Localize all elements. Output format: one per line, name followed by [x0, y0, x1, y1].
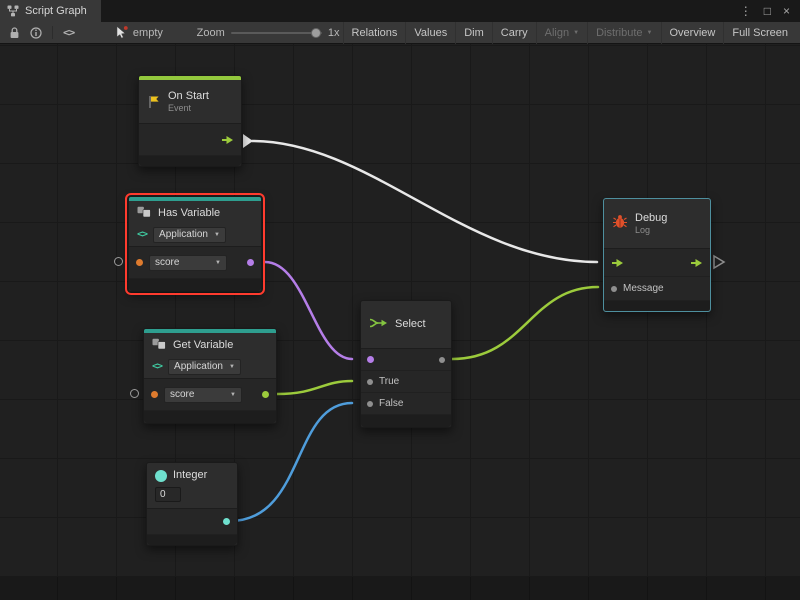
flow-input-port[interactable] — [611, 258, 624, 268]
false-input-port[interactable] — [367, 401, 373, 407]
hasvariable-unconnected-input-port[interactable] — [114, 257, 123, 266]
dim-button[interactable]: Dim — [455, 22, 492, 44]
wire-hasvariable-to-select[interactable] — [265, 262, 352, 359]
node-on-start[interactable]: On Start Event — [138, 75, 242, 167]
node-footer — [361, 415, 451, 427]
scope-value: Application — [174, 361, 223, 372]
node-footer — [139, 156, 241, 166]
code-icon: <> — [137, 229, 147, 240]
node-title: Get Variable — [173, 339, 233, 352]
script-graph-window: Script Graph ⋮ □ × <> — [0, 0, 800, 600]
maximize-icon[interactable]: □ — [758, 0, 777, 22]
chevron-down-icon: ▼ — [215, 260, 221, 266]
zoom-slider[interactable] — [231, 25, 322, 41]
flow-output-port[interactable] — [221, 135, 234, 145]
chevron-down-icon: ▼ — [573, 30, 579, 36]
node-debug-log[interactable]: Debug Log — [603, 198, 711, 312]
true-input-port[interactable] — [367, 379, 373, 385]
node-select[interactable]: Select True False — [360, 300, 452, 428]
true-label: True — [379, 376, 399, 387]
align-button[interactable]: Align ▼ — [536, 22, 587, 44]
code-icon[interactable]: <> — [58, 22, 79, 44]
integer-output-port[interactable] — [223, 518, 230, 525]
node-title: Integer — [173, 469, 207, 482]
node-title: On Start — [168, 90, 209, 103]
graph-icon — [7, 0, 19, 22]
align-button-label: Align — [545, 27, 569, 39]
chevron-down-icon: ▼ — [214, 232, 220, 238]
variable-icon — [137, 205, 152, 223]
variable-name-dropdown[interactable]: score ▼ — [149, 255, 227, 271]
scope-value: Application — [159, 229, 208, 240]
wire-getvariable-to-select-true[interactable] — [277, 381, 352, 394]
scope-dropdown[interactable]: Application ▼ — [153, 227, 226, 243]
variable-name-dropdown[interactable]: score ▼ — [164, 387, 242, 403]
zoom-slider-track[interactable] — [231, 32, 322, 34]
bug-icon — [612, 214, 628, 234]
node-subtitle: Event — [168, 103, 209, 114]
values-button[interactable]: Values — [405, 22, 455, 44]
select-icon — [369, 316, 388, 334]
zoom-label: Zoom — [194, 27, 228, 39]
variable-name-input-port[interactable] — [136, 259, 143, 266]
chevron-down-icon: ▼ — [647, 30, 653, 36]
zoom-slider-knob[interactable] — [311, 28, 321, 38]
node-subtitle: Log — [635, 225, 667, 236]
chevron-down-icon: ▼ — [230, 392, 236, 398]
result-output-port[interactable] — [247, 259, 254, 266]
variable-name-value: score — [170, 389, 194, 400]
node-get-variable[interactable]: Get Variable <> Application ▼ score ▼ — [143, 328, 277, 424]
kebab-menu-icon[interactable]: ⋮ — [734, 0, 758, 22]
scope-dropdown[interactable]: Application ▼ — [168, 359, 241, 375]
node-footer — [147, 535, 237, 545]
node-title: Has Variable — [158, 207, 220, 220]
flag-icon — [147, 95, 161, 109]
carry-button[interactable]: Carry — [492, 22, 536, 44]
condition-input-port[interactable] — [367, 356, 374, 363]
flow-connection-arrow[interactable] — [243, 134, 253, 148]
variable-name-input-port[interactable] — [151, 391, 158, 398]
titlebar-controls: ⋮ □ × — [734, 0, 800, 22]
zoom-value: 1x — [325, 27, 343, 39]
node-footer — [144, 411, 276, 423]
selection-output-port[interactable] — [439, 357, 445, 363]
value-output-port[interactable] — [262, 391, 269, 398]
node-title: Debug — [635, 212, 667, 225]
false-label: False — [379, 398, 403, 409]
code-icon: <> — [152, 361, 162, 372]
relations-button[interactable]: Relations — [343, 22, 406, 44]
integer-value-field[interactable]: 0 — [155, 487, 181, 502]
titlebar: Script Graph ⋮ □ × — [0, 0, 800, 22]
integer-icon — [155, 470, 167, 482]
getvariable-unconnected-input-port[interactable] — [130, 389, 139, 398]
variable-name-value: score — [155, 257, 179, 268]
message-input-port[interactable] — [611, 286, 617, 292]
tab-title: Script Graph — [25, 5, 87, 17]
node-footer — [604, 301, 710, 311]
node-has-variable[interactable]: Has Variable <> Application ▼ score ▼ — [128, 196, 262, 292]
lock-icon[interactable] — [4, 22, 25, 44]
fullscreen-button[interactable]: Full Screen — [723, 22, 796, 44]
graph-canvas[interactable]: On Start Event — [0, 44, 800, 600]
variable-icon — [152, 337, 167, 355]
flow-continue-arrow — [714, 256, 724, 268]
node-title: Select — [395, 318, 426, 331]
wire-flow-onstart-to-log[interactable] — [252, 141, 597, 262]
tab-script-graph[interactable]: Script Graph — [0, 0, 101, 22]
graph-toolbar: <> empty Zoom 1x Relations Values Dim Ca… — [0, 22, 800, 44]
message-label: Message — [623, 283, 664, 294]
selection-label: empty — [130, 27, 166, 39]
node-footer — [129, 279, 261, 291]
flow-output-port[interactable] — [690, 258, 703, 268]
wire-select-to-log-message[interactable] — [452, 287, 598, 359]
overview-button[interactable]: Overview — [661, 22, 724, 44]
toolbar-separator — [52, 26, 53, 39]
node-integer[interactable]: Integer 0 — [146, 462, 238, 546]
chevron-down-icon: ▼ — [229, 364, 235, 370]
close-icon[interactable]: × — [777, 0, 796, 22]
pointer-icon — [113, 22, 130, 44]
distribute-button-label: Distribute — [596, 27, 642, 39]
info-icon[interactable] — [25, 22, 47, 44]
distribute-button[interactable]: Distribute ▼ — [587, 22, 660, 44]
